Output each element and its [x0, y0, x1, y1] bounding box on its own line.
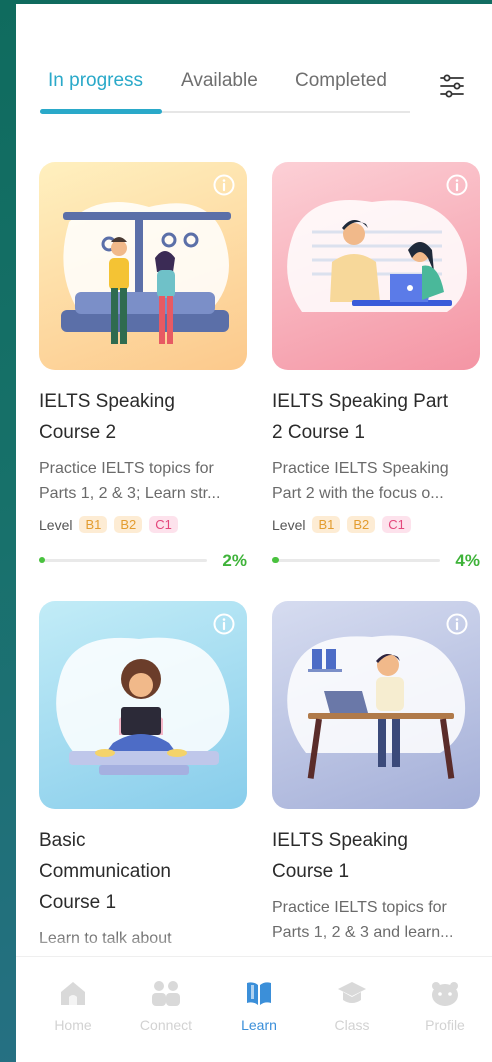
- course-description: Practice IELTS Speaking Part 2 with the …: [272, 456, 480, 506]
- home-icon: [61, 982, 85, 1005]
- course-title: IELTS Speaking Course 1: [272, 825, 480, 887]
- level-row: Level B1 B2 C1: [272, 516, 482, 533]
- course-title-line: IELTS Speaking: [272, 830, 408, 851]
- info-icon[interactable]: [446, 174, 468, 196]
- people-icon: [152, 981, 180, 1006]
- progress-fill: [39, 557, 45, 563]
- course-description-line: Part 2 with the focus o...: [272, 485, 444, 502]
- nav-class[interactable]: Class: [312, 979, 392, 1033]
- level-chip-c1: C1: [382, 516, 411, 533]
- level-chip-b2: B2: [114, 516, 143, 533]
- scroll-fade: [16, 934, 492, 958]
- course-description: Practice IELTS topics for Parts 1, 2 & 3…: [39, 456, 247, 506]
- nav-home[interactable]: Home: [33, 979, 113, 1033]
- bottom-navigation: Home Connect Learn Class Profile: [16, 956, 492, 1062]
- course-description-line: Practice IELTS Speaking: [272, 460, 449, 477]
- course-thumbnail: [39, 601, 247, 809]
- progress-row: 2%: [39, 551, 249, 571]
- nav-label: Profile: [425, 1017, 465, 1033]
- course-description-line: Parts 1, 2 & 3; Learn str...: [39, 485, 221, 502]
- app-screen: In progress Available Completed IELTS Sp…: [16, 4, 492, 1062]
- progress-percent: 2%: [222, 551, 247, 570]
- tab-in-progress[interactable]: In progress: [48, 70, 143, 92]
- course-thumbnail: [39, 162, 247, 370]
- tab-completed[interactable]: Completed: [295, 70, 387, 92]
- sliders-icon[interactable]: [438, 72, 466, 100]
- course-description-line: Practice IELTS topics for: [39, 460, 214, 477]
- nav-label: Learn: [241, 1017, 277, 1033]
- course-card-ielts-speaking-course-2[interactable]: IELTS Speaking Course 2 Practice IELTS t…: [39, 162, 249, 571]
- course-thumbnail: [272, 601, 480, 809]
- graduation-cap-icon: [338, 982, 366, 1003]
- level-chip-c1: C1: [149, 516, 178, 533]
- course-card-ielts-speaking-part-2-course-1[interactable]: IELTS Speaking Part 2 Course 1 Practice …: [272, 162, 482, 571]
- info-icon[interactable]: [213, 174, 235, 196]
- level-chip-b1: B1: [312, 516, 341, 533]
- course-title: IELTS Speaking Part 2 Course 1: [272, 386, 480, 448]
- level-label: Level: [39, 516, 73, 533]
- course-title-line: Course 1: [39, 892, 117, 913]
- nav-label: Class: [334, 1017, 370, 1033]
- info-icon[interactable]: [213, 613, 235, 635]
- progress-track: [272, 559, 440, 562]
- level-chip-b2: B2: [347, 516, 376, 533]
- nav-label: Home: [54, 1017, 92, 1033]
- level-row: Level B1 B2 C1: [39, 516, 249, 533]
- progress-row: 4%: [272, 551, 482, 571]
- progress-percent: 4%: [455, 551, 480, 570]
- course-title-line: Course 2: [39, 422, 117, 443]
- nav-learn[interactable]: Learn: [219, 979, 299, 1033]
- course-title-line: Communication: [39, 861, 171, 882]
- info-icon[interactable]: [446, 613, 468, 635]
- active-tab-indicator: [40, 109, 162, 114]
- course-title-line: IELTS Speaking: [39, 391, 175, 412]
- progress-track: [39, 559, 207, 562]
- course-title-line: Course 1: [272, 861, 350, 882]
- book-icon: [247, 982, 271, 1005]
- course-card-basic-communication-course-1[interactable]: Basic Communication Course 1 Learn to ta…: [39, 601, 249, 951]
- tab-available[interactable]: Available: [181, 70, 258, 92]
- course-title-line: 2 Course 1: [272, 422, 365, 443]
- nav-connect[interactable]: Connect: [126, 979, 206, 1033]
- level-label: Level: [272, 516, 306, 533]
- course-title-line: IELTS Speaking Part: [272, 391, 449, 412]
- course-card-ielts-speaking-course-1[interactable]: IELTS Speaking Course 1 Practice IELTS t…: [272, 601, 482, 945]
- nav-label: Connect: [139, 1017, 193, 1033]
- course-title: IELTS Speaking Course 2: [39, 386, 247, 448]
- course-title: Basic Communication Course 1: [39, 825, 247, 918]
- course-description-line: Practice IELTS topics for: [272, 899, 447, 916]
- nav-profile[interactable]: Profile: [405, 979, 485, 1033]
- course-title-line: Basic: [39, 830, 86, 851]
- progress-fill: [272, 557, 279, 563]
- course-thumbnail: [272, 162, 480, 370]
- level-chip-b1: B1: [79, 516, 108, 533]
- profile-face-icon: [432, 982, 458, 1006]
